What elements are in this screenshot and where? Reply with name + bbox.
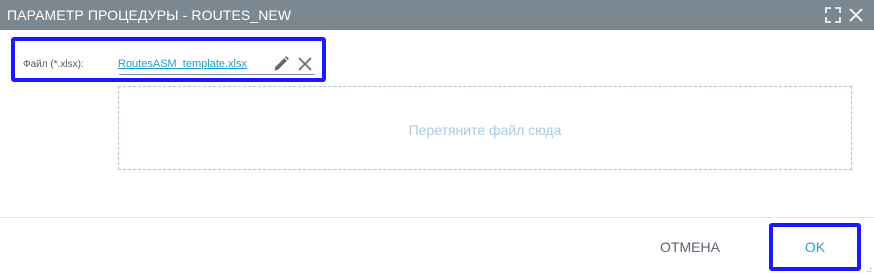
dialog-title: ПАРАМЕТР ПРОЦЕДУРЫ - ROUTES_NEW	[7, 7, 292, 23]
dialog-titlebar: ПАРАМЕТР ПРОЦЕДУРЫ - ROUTES_NEW	[0, 0, 874, 30]
ok-button[interactable]: OK	[769, 223, 861, 271]
close-icon[interactable]	[846, 5, 866, 25]
file-dropzone[interactable]: Перетяните файл сюда	[118, 86, 852, 170]
file-name-link[interactable]: RoutesASM_template.xlsx	[118, 58, 247, 70]
cancel-button[interactable]: ОТМЕНА	[648, 230, 732, 264]
procedure-parameter-dialog: ПАРАМЕТР ПРОЦЕДУРЫ - ROUTES_NEW Файл (*.…	[0, 0, 874, 275]
footer-divider	[0, 217, 874, 218]
file-field-label: Файл (*.xlsx):	[23, 59, 84, 70]
pencil-icon[interactable]	[272, 55, 290, 73]
resize-grip-icon[interactable]	[863, 264, 872, 273]
file-field-underline	[119, 74, 315, 75]
maximize-icon[interactable]	[823, 5, 843, 25]
dropzone-hint: Перетяните файл сюда	[408, 122, 562, 138]
remove-file-icon[interactable]	[297, 56, 313, 72]
file-field: Файл (*.xlsx): RoutesASM_template.xlsx	[11, 37, 326, 82]
